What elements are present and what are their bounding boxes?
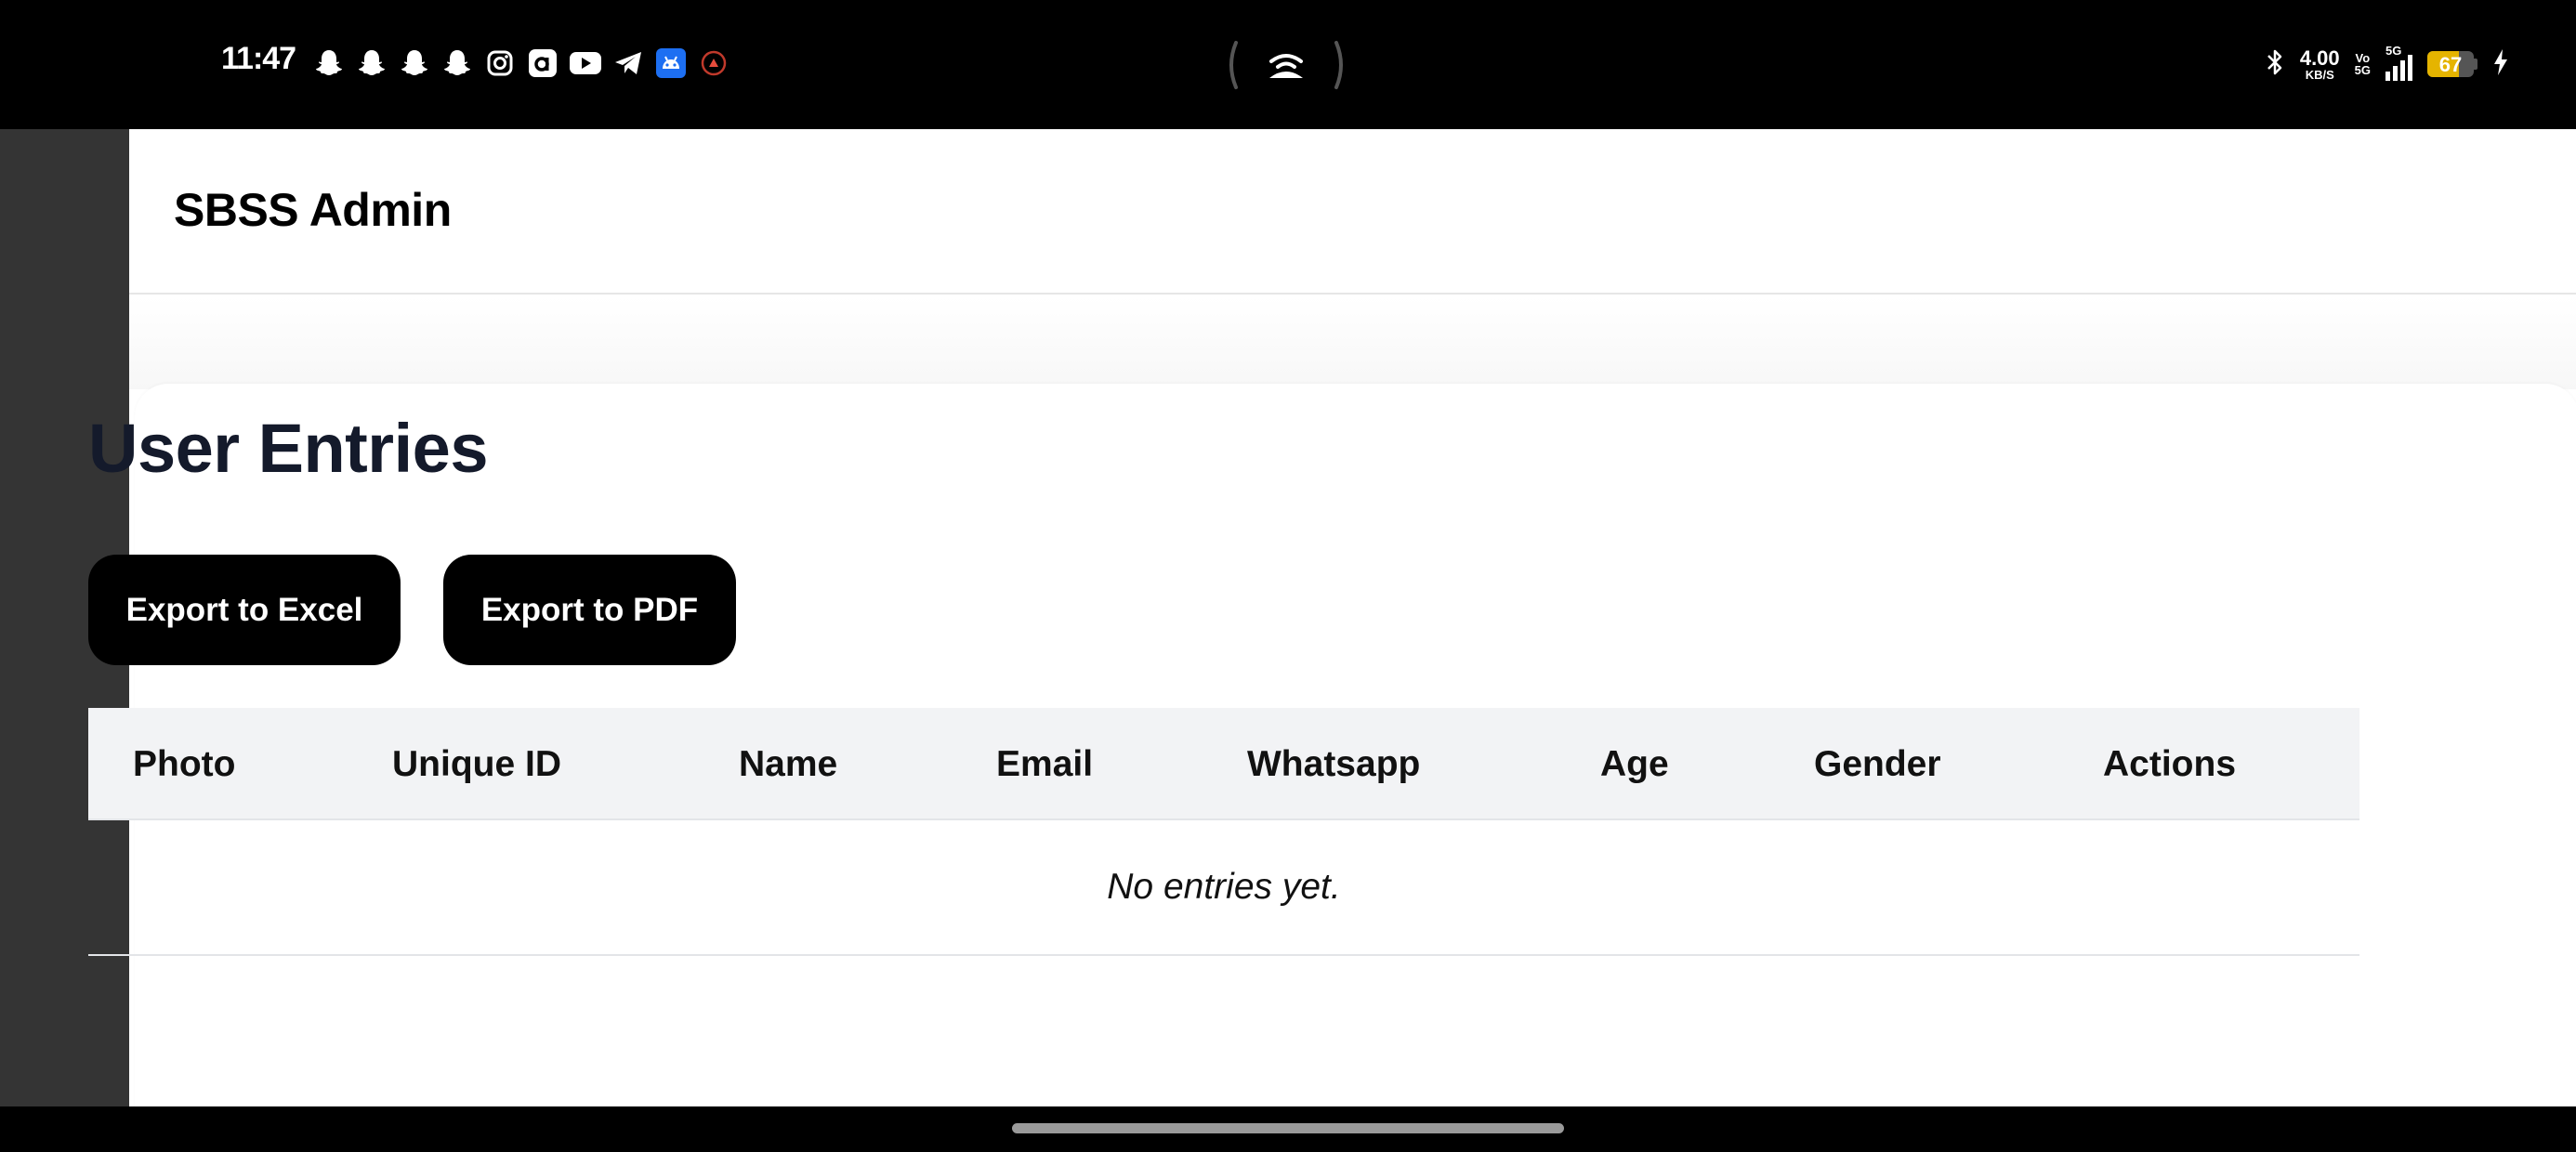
snapchat-icon	[440, 46, 474, 80]
app-title: SBSS Admin	[174, 184, 452, 236]
home-indicator[interactable]	[1012, 1123, 1564, 1133]
bluetooth-icon	[2265, 47, 2285, 82]
snapchat-icon	[355, 46, 388, 80]
column-header-actions: Actions	[2103, 744, 2237, 784]
snapchat-icon	[398, 46, 431, 80]
volte-indicator: Vo 5G	[2355, 52, 2371, 76]
snapchat-icon	[312, 46, 346, 80]
export-excel-button[interactable]: Export to Excel	[88, 555, 401, 665]
network-speed: 4.00 KB/S	[2299, 46, 2340, 82]
battery-icon: 67	[2427, 51, 2477, 77]
export-pdf-button[interactable]: Export to PDF	[443, 555, 736, 665]
telegram-icon	[611, 46, 645, 80]
empty-state-message: No entries yet.	[1107, 867, 1341, 907]
app-bar: SBSS Admin	[129, 129, 2576, 295]
youtube-icon	[569, 46, 602, 80]
instagram-icon	[483, 46, 517, 80]
column-header-email: Email	[996, 744, 1094, 784]
column-header-name: Name	[739, 744, 838, 784]
column-header-age: Age	[1600, 744, 1669, 784]
signal-icon: 5G	[2385, 44, 2412, 81]
table-empty-row: No entries yet.	[88, 820, 2359, 956]
amazon-icon	[526, 46, 559, 80]
page-title: User Entries	[88, 410, 488, 487]
battery-percent: 67	[2438, 53, 2463, 76]
column-header-whatsapp: Whatsapp	[1247, 744, 1421, 784]
android-icon	[654, 46, 688, 80]
entries-table: Photo Unique ID Name Email Whatsapp Age …	[88, 708, 2359, 956]
column-header-photo: Photo	[133, 744, 236, 784]
status-time: 11:47	[221, 41, 296, 76]
network-speed-value: 4.00	[2299, 46, 2340, 70]
hotspot-indicator	[1227, 37, 1346, 93]
column-header-gender: Gender	[1814, 744, 1941, 784]
column-header-unique-id: Unique ID	[392, 744, 561, 784]
navigation-bar	[0, 1106, 2576, 1152]
system-status-icons: 4.00 KB/S Vo 5G 5G 67	[2265, 44, 2509, 84]
charging-icon	[2492, 47, 2509, 82]
app-icon	[697, 46, 730, 80]
signal-network-label: 5G	[2385, 44, 2402, 58]
network-speed-unit: KB/S	[2305, 67, 2334, 82]
volte-bottom-label: 5G	[2354, 63, 2371, 77]
table-header: Photo Unique ID Name Email Whatsapp Age …	[88, 708, 2359, 820]
status-bar: 11:47 4.00 KB/S Vo 5G 5G 67	[0, 0, 2576, 129]
notification-icons	[312, 46, 730, 81]
header-shadow	[129, 296, 2576, 389]
